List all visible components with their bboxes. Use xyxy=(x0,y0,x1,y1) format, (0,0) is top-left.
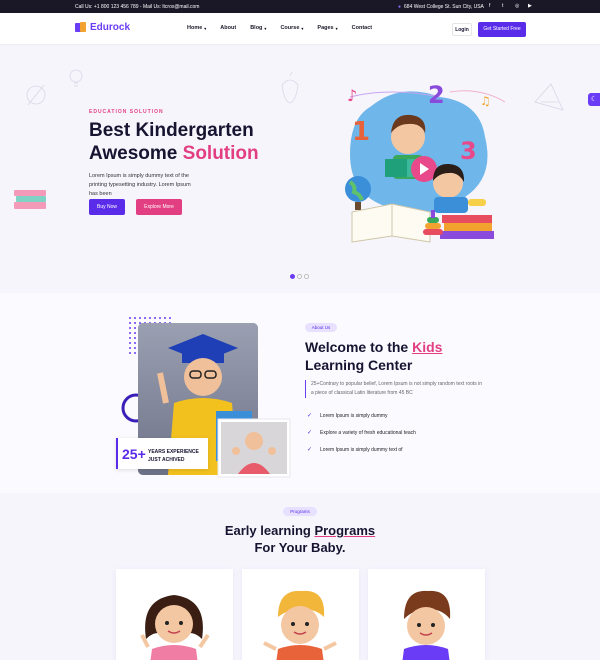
programs-section: Programs Early learning Programs For You… xyxy=(0,493,600,660)
list-item: ✓ Lorem Ipsum is simply dummy xyxy=(307,407,416,424)
check-label: Lorem Ipsum is simply dummy text of xyxy=(320,446,403,453)
nav-item-home[interactable]: Home ▾ xyxy=(187,25,206,31)
brand-name: Edurock xyxy=(90,22,131,33)
location-pin-icon: ● xyxy=(398,4,402,10)
explore-more-button[interactable]: Explore More xyxy=(136,199,182,215)
programs-badge: Programs xyxy=(283,507,317,516)
check-icon: ✓ xyxy=(307,430,313,436)
about-section: 25+ YEARS EXPERIENCE JUST ACHIVED About … xyxy=(0,293,600,493)
twitter-icon[interactable]: t xyxy=(502,3,507,9)
hero-title-line1: Best Kindergarten xyxy=(89,120,254,141)
chevron-down-icon: ▾ xyxy=(301,25,304,31)
girl-illustration xyxy=(140,595,210,660)
login-button[interactable]: Login xyxy=(452,23,472,36)
address-text: 684 West College St. Sun City, USA xyxy=(404,4,484,10)
nav-label: Pages xyxy=(317,25,334,31)
nav-item-course[interactable]: Course ▾ xyxy=(280,25,303,31)
hero-section: EDUCATION SOLUTION Best Kindergarten Awe… xyxy=(0,45,600,293)
programs-title: Early learning Programs For Your Baby. xyxy=(0,522,600,556)
nav-item-pages[interactable]: Pages ▾ xyxy=(317,25,337,31)
about-checklist: ✓ Lorem Ipsum is simply dummy ✓ Explore a … xyxy=(307,407,416,458)
hero-description: Lorem Ipsum is simply dummy text of the … xyxy=(89,173,191,197)
experience-text: YEARS EXPERIENCE JUST ACHIVED xyxy=(148,448,199,464)
programs-title-line2: For Your Baby. xyxy=(254,540,346,555)
nav-label: Blog xyxy=(250,25,263,31)
check-label: Lorem Ipsum is simply dummy xyxy=(320,412,388,419)
list-item: ✓ Explore a variety of fresh educational … xyxy=(307,424,416,441)
program-card[interactable] xyxy=(116,569,233,660)
nav-item-about[interactable]: About xyxy=(220,25,236,31)
list-item: ✓ Lorem Ipsum is simply dummy text of xyxy=(307,441,416,458)
instagram-icon[interactable]: ◎ xyxy=(515,3,520,9)
boy-illustration xyxy=(263,590,337,660)
slider-dot[interactable] xyxy=(304,274,309,279)
about-title-prefix: Welcome to the xyxy=(305,339,413,355)
hero-kicker: EDUCATION SOLUTION xyxy=(89,109,164,115)
address-block: ● 684 West College St. Sun City, USA xyxy=(398,4,484,10)
about-title-line2: Learning Center xyxy=(305,357,413,373)
nav-menu: Home ▾ About Blog ▾ Course ▾ Pages ▾ Contact xyxy=(187,25,372,31)
about-title: Welcome to the Kids Learning Center xyxy=(305,338,442,374)
check-icon: ✓ xyxy=(307,413,313,419)
programs-title-highlight: Programs xyxy=(314,523,376,538)
svg-text:3: 3 xyxy=(460,137,477,165)
nav-item-blog[interactable]: Blog ▾ xyxy=(250,25,266,31)
about-badge: About Us xyxy=(305,323,337,332)
slider-dot[interactable] xyxy=(290,274,295,279)
social-links: f t ◎ ▶ xyxy=(489,3,533,9)
experience-line2: JUST ACHIVED xyxy=(148,457,185,463)
nav-item-contact[interactable]: Contact xyxy=(352,25,372,31)
about-description: 25+Contrary to popular belief, Lorem Ips… xyxy=(305,380,485,398)
hero-kids-illustration: ♪ ♫ 1 2 3 xyxy=(345,81,506,243)
logo[interactable]: Edurock xyxy=(75,22,130,33)
hero-title-line2: Awesome xyxy=(89,143,183,164)
about-title-highlight: Kids xyxy=(412,339,443,355)
program-card[interactable] xyxy=(368,569,485,660)
hero-title: Best Kindergarten Awesome Solution xyxy=(89,119,259,165)
hero-title-accent: Solution xyxy=(182,143,259,164)
book-logo-icon xyxy=(75,22,87,33)
get-started-button[interactable]: Get Started Free xyxy=(478,22,526,37)
books-doodle xyxy=(14,190,46,209)
chevron-down-icon: ▾ xyxy=(204,25,207,31)
svg-text:♪: ♪ xyxy=(347,86,357,105)
youtube-icon[interactable]: ▶ xyxy=(528,3,533,9)
experience-card: 25+ YEARS EXPERIENCE JUST ACHIVED xyxy=(116,438,208,469)
buy-now-button[interactable]: Buy Now xyxy=(89,199,125,215)
svg-text:1: 1 xyxy=(352,117,370,147)
nav-label: Course xyxy=(280,25,300,31)
nav-label: Contact xyxy=(351,25,373,31)
experience-number: 25+ xyxy=(122,446,146,462)
slider-dots xyxy=(290,274,309,279)
experience-line1: YEARS EXPERIENCE xyxy=(148,449,199,455)
contact-info: Call Us: +1 800 123 456 789 - Mail Us: l… xyxy=(75,4,200,10)
main-nav: Edurock Home ▾ About Blog ▾ Course ▾ Pages ▾… xyxy=(0,13,600,45)
programs-title-prefix: Early learning xyxy=(224,523,315,538)
svg-text:♫: ♫ xyxy=(480,94,491,108)
chevron-down-icon: ▾ xyxy=(335,25,338,31)
program-card[interactable] xyxy=(242,569,359,660)
slider-dot[interactable] xyxy=(297,274,302,279)
top-bar: Call Us: +1 800 123 456 789 - Mail Us: l… xyxy=(0,0,600,13)
boy-illustration xyxy=(402,590,451,660)
check-icon: ✓ xyxy=(307,447,313,453)
dark-mode-toggle-icon[interactable]: ☾ xyxy=(588,93,600,106)
nav-label: Home xyxy=(187,25,203,31)
facebook-icon[interactable]: f xyxy=(489,3,494,9)
nav-label: About xyxy=(220,25,237,31)
check-label: Explore a variety of fresh educational t… xyxy=(320,429,416,436)
chevron-down-icon: ▾ xyxy=(264,25,267,31)
svg-text:2: 2 xyxy=(428,81,445,109)
